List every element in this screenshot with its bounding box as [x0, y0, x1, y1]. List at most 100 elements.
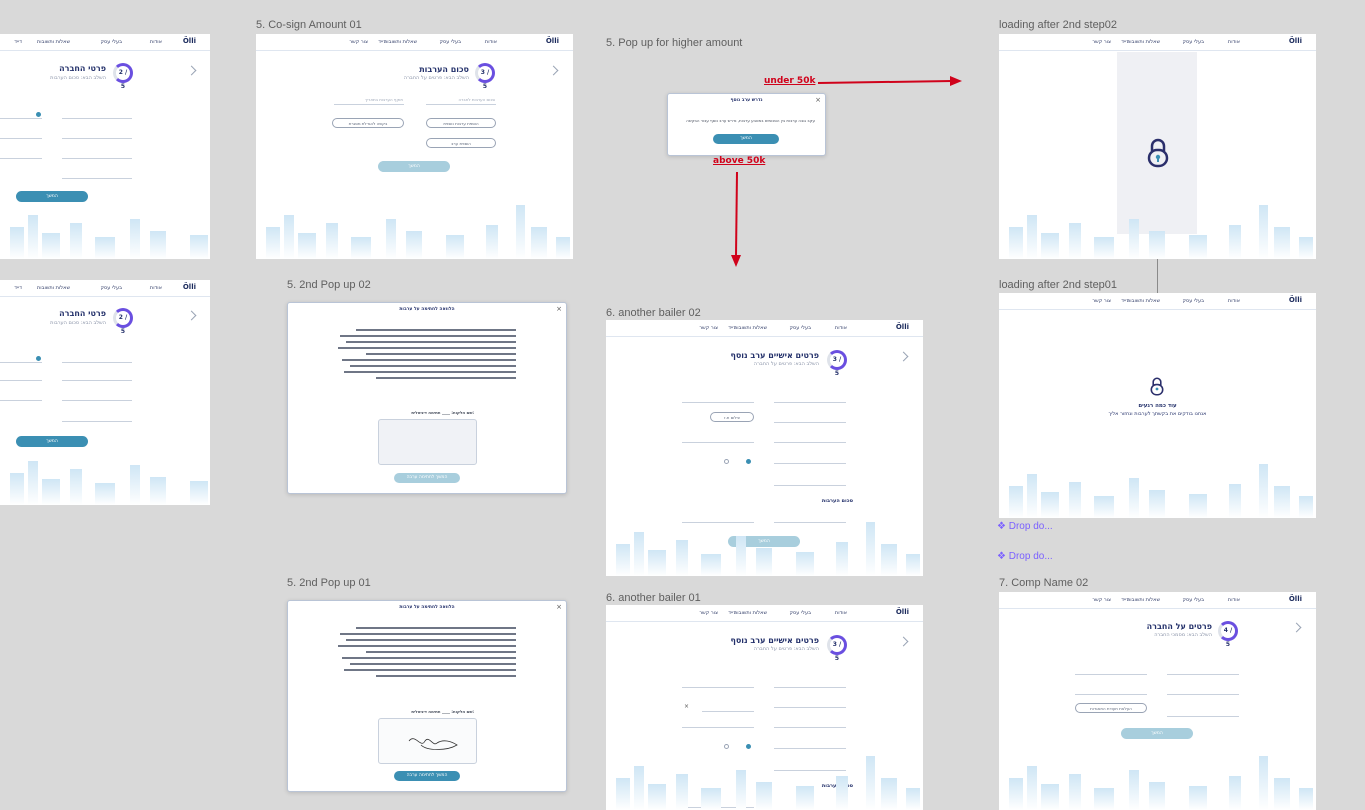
field-line[interactable] — [1167, 694, 1239, 695]
close-icon[interactable]: × — [556, 603, 562, 611]
radio-button[interactable] — [36, 356, 41, 361]
continue-button[interactable]: המשך — [378, 161, 450, 172]
nav-item-faq[interactable]: שאלות ותשובות — [1127, 39, 1160, 45]
dropdown-component[interactable]: ❖ Drop do... — [997, 551, 1053, 562]
nav-item-d[interactable]: דייד — [14, 285, 22, 291]
sign-continue-button[interactable]: המשך לחתימה ערבה — [394, 473, 460, 483]
nav-item-about[interactable]: אודות — [1228, 597, 1240, 603]
nav-item-about[interactable]: אודות — [835, 610, 847, 616]
dropdown-component[interactable]: ❖ Drop do... — [997, 521, 1053, 532]
field-line[interactable] — [774, 485, 846, 486]
nav-item-contact[interactable]: צור קשר — [1092, 39, 1111, 45]
field-line[interactable] — [1167, 674, 1239, 675]
nav-item-d[interactable]: דייד — [14, 39, 22, 45]
field-line[interactable] — [1167, 716, 1239, 717]
nav-item-contact[interactable]: צור קשר — [349, 39, 368, 45]
field-line[interactable] — [774, 463, 846, 464]
field-line[interactable] — [1075, 694, 1147, 695]
add-guarantee-button[interactable]: הוספת ערבות נוספת — [426, 118, 496, 128]
nav-item-business[interactable]: בעלי עסק — [101, 285, 123, 291]
field-line[interactable] — [0, 138, 42, 139]
nav-item-about[interactable]: אודות — [1228, 298, 1240, 304]
field-line[interactable] — [682, 442, 754, 443]
field-line[interactable] — [0, 362, 42, 363]
field-line[interactable] — [774, 442, 846, 443]
chevron-right-icon[interactable] — [548, 65, 559, 76]
radio-button[interactable] — [36, 112, 41, 117]
field-line[interactable] — [62, 158, 132, 159]
field-line[interactable] — [62, 118, 132, 119]
nav-item-business[interactable]: בעלי עסק — [790, 610, 812, 616]
nav-item-d[interactable]: דייד — [378, 39, 386, 45]
date-field[interactable] — [334, 104, 404, 105]
field-line[interactable] — [62, 380, 132, 381]
nav-item-business[interactable]: בעלי עסק — [1183, 298, 1205, 304]
field-line[interactable] — [1075, 674, 1147, 675]
field-line[interactable] — [682, 727, 754, 728]
increase-limit-button[interactable]: בקשה להגדלת מסגרת — [332, 118, 404, 128]
uploaded-file-field[interactable] — [702, 711, 754, 712]
field-line[interactable] — [62, 400, 132, 401]
nav-item-contact[interactable]: צור קשר — [699, 325, 718, 331]
nav-item-d[interactable]: דייד — [1121, 597, 1129, 603]
field-line[interactable] — [0, 400, 42, 401]
chevron-right-icon[interactable] — [898, 636, 909, 647]
nav-item-about[interactable]: אודות — [1228, 39, 1240, 45]
nav-item-faq[interactable]: שאלות ותשובות — [384, 39, 417, 45]
upload-id-button[interactable]: צילום ת.ז — [710, 412, 754, 422]
close-icon[interactable]: × — [815, 96, 821, 104]
field-line[interactable] — [62, 178, 132, 179]
radio-button[interactable] — [746, 459, 751, 464]
nav-item-d[interactable]: דייד — [728, 325, 736, 331]
nav-item-faq[interactable]: שאלות ותשובות — [734, 325, 767, 331]
signature-pad[interactable] — [378, 718, 477, 764]
field-line[interactable] — [62, 362, 132, 363]
nav-item-contact[interactable]: צור קשר — [1092, 298, 1111, 304]
nav-item-about[interactable]: אודות — [150, 39, 162, 45]
radio-button[interactable] — [724, 459, 729, 464]
signature-pad[interactable] — [378, 419, 477, 465]
nav-item-about[interactable]: אודות — [835, 325, 847, 331]
nav-item-business[interactable]: בעלי עסק — [101, 39, 123, 45]
nav-item-business[interactable]: בעלי עסק — [440, 39, 462, 45]
nav-item-about[interactable]: אודות — [150, 285, 162, 291]
nav-item-faq[interactable]: שאלות ותשובות — [37, 285, 70, 291]
nav-item-business[interactable]: בעלי עסק — [1183, 39, 1205, 45]
chevron-right-icon[interactable] — [186, 65, 197, 76]
nav-item-contact[interactable]: צור קשר — [1092, 597, 1111, 603]
field-line[interactable] — [774, 422, 846, 423]
field-line[interactable] — [682, 402, 754, 403]
remove-file-icon[interactable]: × — [684, 703, 689, 710]
chevron-right-icon[interactable] — [898, 351, 909, 362]
chevron-right-icon[interactable] — [186, 310, 197, 321]
nav-item-faq[interactable]: שאלות ותשובות — [37, 39, 70, 45]
field-line[interactable] — [62, 138, 132, 139]
nav-item-business[interactable]: בעלי עסק — [1183, 597, 1205, 603]
field-line[interactable] — [774, 402, 846, 403]
nav-item-d[interactable]: דייד — [1121, 298, 1129, 304]
field-line[interactable] — [62, 421, 132, 422]
amount-field[interactable] — [426, 104, 496, 105]
field-line[interactable] — [0, 380, 42, 381]
field-line[interactable] — [774, 707, 846, 708]
sign-continue-button[interactable]: המשך לחתימה ערבה — [394, 771, 460, 781]
nav-item-faq[interactable]: שאלות ותשובות — [1127, 597, 1160, 603]
field-line[interactable] — [0, 118, 42, 119]
upload-certificate-button[interactable]: העלאת תעודת התאגדות — [1075, 703, 1147, 713]
nav-item-d[interactable]: דייד — [1121, 39, 1129, 45]
continue-button[interactable]: המשך — [1121, 728, 1193, 739]
field-line[interactable] — [682, 687, 754, 688]
nav-item-faq[interactable]: שאלות ותשובות — [1127, 298, 1160, 304]
field-line[interactable] — [0, 158, 42, 159]
field-line[interactable] — [774, 727, 846, 728]
continue-button[interactable]: המשך — [713, 134, 779, 144]
nav-item-business[interactable]: בעלי עסק — [790, 325, 812, 331]
nav-item-about[interactable]: אודות — [485, 39, 497, 45]
close-icon[interactable]: × — [556, 305, 562, 313]
add-bailer-button[interactable]: הוספת ערב — [426, 138, 496, 148]
chevron-right-icon[interactable] — [1291, 622, 1302, 633]
nav-item-d[interactable]: דייד — [728, 610, 736, 616]
nav-item-contact[interactable]: צור קשר — [699, 610, 718, 616]
field-line[interactable] — [774, 687, 846, 688]
nav-item-faq[interactable]: שאלות ותשובות — [734, 610, 767, 616]
